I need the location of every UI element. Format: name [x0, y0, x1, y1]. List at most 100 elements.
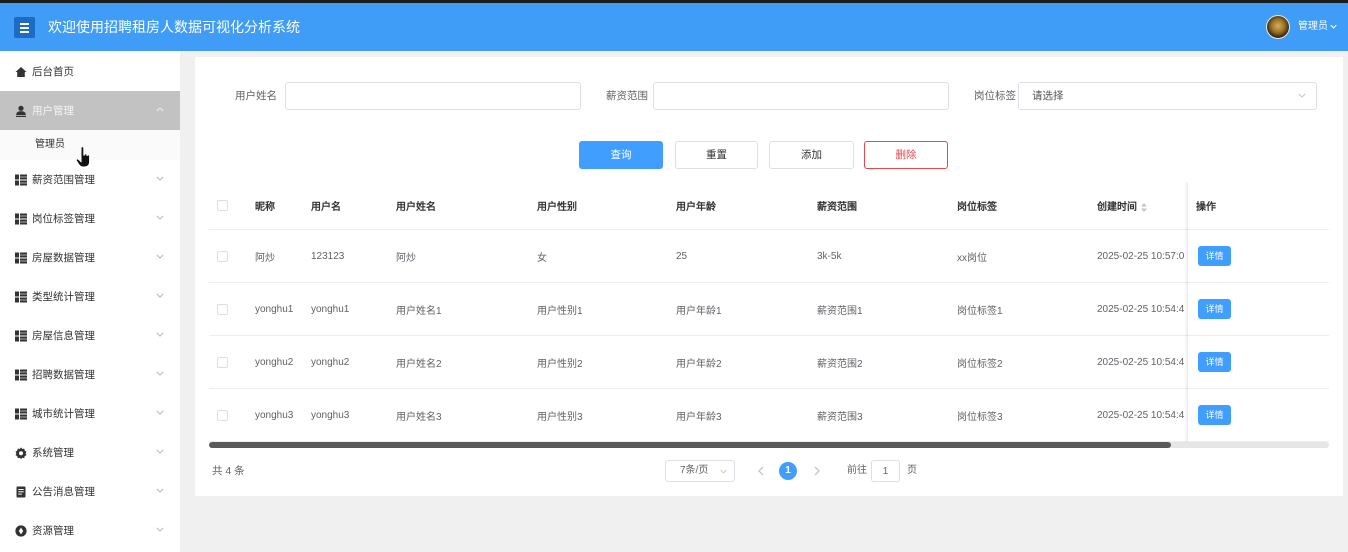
- sidebar-item-announcements[interactable]: 公告消息管理: [0, 472, 180, 511]
- goto-page-input[interactable]: [871, 460, 900, 482]
- chevron-down-icon: [156, 215, 164, 220]
- column-header-salary-range: 薪资范围: [817, 202, 857, 213]
- chevron-down-icon: [156, 332, 164, 337]
- salary-range-filter-label: 薪资范围: [606, 90, 648, 102]
- home-icon: [15, 66, 27, 77]
- grid-icon: [15, 330, 27, 341]
- cell-age: 用户年龄1: [676, 305, 722, 317]
- cell-age: 用户年龄2: [676, 358, 722, 370]
- grid-icon: [15, 291, 27, 302]
- cell-job-tag: xx岗位: [957, 252, 987, 264]
- row-checkbox-cell: [209, 250, 245, 262]
- detail-button[interactable]: 详情: [1198, 299, 1231, 319]
- grid-icon: [15, 252, 27, 263]
- detail-button[interactable]: 详情: [1198, 352, 1231, 372]
- sidebar-subitem-label: 管理员: [35, 139, 65, 150]
- column-header-name: 用户姓名: [396, 202, 436, 213]
- hamburger-menu-icon[interactable]: [14, 17, 35, 38]
- table-row: yonghu1 yonghu1 用户姓名1 用户性别1 用户年龄1 薪资范围1 …: [209, 283, 1329, 336]
- pagination-total: 共 4 条: [212, 465, 245, 477]
- chevron-down-icon: [156, 176, 164, 181]
- column-header-created-time[interactable]: 创建时间: [1087, 198, 1188, 213]
- sidebar-item-housing-data[interactable]: 房屋数据管理: [0, 238, 180, 277]
- horizontal-scrollbar-thumb[interactable]: [209, 442, 1171, 448]
- page-number-current[interactable]: 1: [779, 462, 797, 480]
- job-tag-select-placeholder: 请选择: [1032, 90, 1064, 102]
- grid-icon: [15, 174, 27, 185]
- compass-icon: [15, 524, 27, 537]
- sidebar-item-label: 岗位标签管理: [32, 213, 95, 225]
- column-header-job-tag: 岗位标签: [957, 202, 997, 213]
- user-icon: [16, 105, 26, 117]
- cell-salary-range: 薪资范围3: [817, 411, 863, 423]
- prev-page-icon[interactable]: [758, 466, 764, 476]
- cell-name: 用户姓名1: [396, 305, 442, 317]
- sidebar-item-users[interactable]: 用户管理: [0, 91, 180, 130]
- chevron-down-icon: [156, 449, 164, 454]
- sidebar-item-label: 公告消息管理: [32, 486, 95, 498]
- chevron-down-icon: [156, 488, 164, 493]
- chevron-up-icon: [156, 107, 164, 112]
- cell-created-time: 2025-02-25 10:54:4: [1097, 303, 1185, 315]
- user-dropdown[interactable]: 管理员: [1298, 3, 1337, 51]
- table-row: yonghu3 yonghu3 用户姓名3 用户性别3 用户年龄3 薪资范围3 …: [209, 389, 1329, 442]
- row-checkbox[interactable]: [217, 409, 228, 421]
- top-header: 欢迎使用招聘租房人数据可视化分析系统 管理员: [0, 3, 1348, 51]
- sidebar-item-city-stats[interactable]: 城市统计管理: [0, 394, 180, 433]
- cell-nickname: 阿炒: [255, 252, 275, 264]
- chevron-down-icon: [156, 293, 164, 298]
- sidebar-item-label: 城市统计管理: [32, 408, 95, 420]
- sidebar-item-resources[interactable]: 资源管理: [0, 511, 180, 550]
- page-size-select[interactable]: 7条/页: [665, 460, 735, 482]
- select-all-cell: [209, 200, 245, 211]
- sidebar-item-dashboard[interactable]: 后台首页: [0, 52, 180, 91]
- avatar[interactable]: [1266, 15, 1290, 39]
- fixed-column-shadow: [1184, 182, 1188, 442]
- cell-actions: 详情: [1188, 352, 1329, 372]
- cell-job-tag: 岗位标签1: [957, 305, 1003, 317]
- cell-username: yonghu3: [311, 409, 350, 421]
- column-header-created-time-label: 创建时间: [1097, 202, 1137, 213]
- sidebar-item-housing-info[interactable]: 房屋信息管理: [0, 316, 180, 355]
- sidebar-item-type-stats[interactable]: 类型统计管理: [0, 277, 180, 316]
- add-button[interactable]: 添加: [769, 141, 854, 169]
- page-size-value: 7条/页: [680, 465, 709, 476]
- sidebar-item-system[interactable]: 系统管理: [0, 433, 180, 472]
- detail-button[interactable]: 详情: [1198, 405, 1231, 425]
- sidebar-item-label: 资源管理: [32, 525, 74, 537]
- sidebar-item-recruitment-data[interactable]: 招聘数据管理: [0, 355, 180, 394]
- cell-gender: 用户性别2: [537, 358, 583, 370]
- delete-button[interactable]: 删除: [864, 141, 948, 169]
- reset-button[interactable]: 重置: [675, 141, 758, 169]
- sidebar-item-label: 薪资范围管理: [32, 174, 95, 186]
- salary-range-filter-input[interactable]: [653, 82, 949, 110]
- row-checkbox[interactable]: [217, 250, 228, 262]
- job-tag-select[interactable]: 请选择: [1018, 82, 1317, 110]
- cell-actions: 详情: [1188, 246, 1329, 266]
- select-all-checkbox[interactable]: [217, 200, 228, 211]
- cell-created-time: 2025-02-25 10:54:4: [1097, 409, 1185, 421]
- table-row: 阿炒 123123 阿炒 女 25 3k-5k xx岗位 2025-02-25 …: [209, 230, 1329, 283]
- user-label: 管理员: [1298, 21, 1328, 32]
- row-checkbox[interactable]: [217, 356, 228, 368]
- sidebar-item-job-tags[interactable]: 岗位标签管理: [0, 199, 180, 238]
- sidebar-item-label: 系统管理: [32, 447, 74, 459]
- cell-job-tag: 岗位标签3: [957, 411, 1003, 423]
- chevron-down-icon: [720, 469, 727, 474]
- sidebar-item-label: 后台首页: [32, 66, 74, 78]
- query-button[interactable]: 查询: [579, 141, 663, 169]
- sidebar-item-label: 用户管理: [32, 105, 74, 117]
- next-page-icon[interactable]: [814, 466, 820, 476]
- row-checkbox[interactable]: [217, 303, 228, 315]
- column-header-nickname: 昵称: [255, 202, 275, 213]
- username-filter-input[interactable]: [285, 82, 581, 110]
- pointer-cursor-icon: [76, 146, 91, 168]
- job-tag-filter-label: 岗位标签: [974, 90, 1016, 102]
- sidebar-item-label: 类型统计管理: [32, 291, 95, 303]
- detail-button[interactable]: 详情: [1198, 246, 1231, 266]
- row-checkbox-cell: [209, 409, 245, 421]
- horizontal-scrollbar[interactable]: [209, 442, 1329, 448]
- goto-label: 前往: [847, 465, 867, 476]
- sort-caret-icon[interactable]: [1141, 202, 1147, 212]
- sidebar-item-label: 招聘数据管理: [32, 369, 95, 381]
